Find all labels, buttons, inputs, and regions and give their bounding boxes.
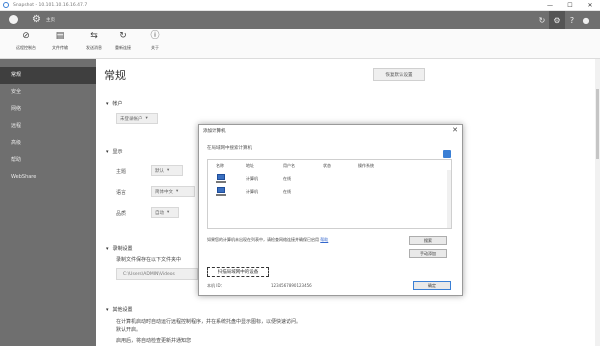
ok-button[interactable]: 确定 (413, 281, 451, 290)
scan-lan-toggle[interactable]: 扫描局域网中的设备 (207, 267, 269, 277)
window-titlebar: Snapshot - 10.101.10.16.16.47.7 — ☐ ✕ (0, 0, 600, 11)
settings-sidebar: 常规 安全 网络 远程 高级 帮助 WebShare (0, 59, 96, 346)
language-label: 语言 (116, 190, 127, 196)
window-title: Snapshot - 10.101.10.16.16.47.7 (13, 2, 88, 8)
account-dropdown[interactable]: 未登录帐户 ▾ (116, 113, 158, 124)
ribbon-about-button[interactable]: ⓘ 关于 (138, 32, 172, 58)
sidebar-item-network[interactable]: 网络 (0, 101, 96, 118)
refresh-list-icon[interactable] (443, 150, 451, 158)
theme-label: 主题 (116, 169, 127, 175)
refresh-icon[interactable]: ↻ (536, 14, 548, 26)
search-button[interactable]: 搜索 (409, 236, 447, 245)
close-button[interactable]: ✕ (580, 0, 600, 11)
page-title: 常规 (104, 69, 126, 82)
machine-id-label: 本机 ID： (207, 283, 225, 288)
column-header-user[interactable]: 用户名 (283, 163, 295, 169)
quality-label: 品质 (116, 211, 127, 217)
sidebar-item-advanced[interactable]: 高级 (0, 135, 96, 152)
user-icon[interactable]: ● (580, 14, 592, 26)
chevron-down-icon: ▾ (176, 189, 179, 194)
sidebar-item-remote[interactable]: 远程 (0, 118, 96, 135)
recording-description: 录制文件保存在以下文件夹中 (116, 257, 182, 263)
column-header-os[interactable]: 操作系统 (358, 163, 374, 169)
send-message-icon: ⇆ (90, 31, 98, 41)
minimize-button[interactable]: — (540, 0, 560, 11)
quality-dropdown[interactable]: 自动 ▾ (151, 207, 179, 218)
dialog-close-icon[interactable]: ✕ (452, 126, 458, 134)
sidebar-item-security[interactable]: 安全 (0, 84, 96, 101)
restore-defaults-button[interactable]: 恢复默认设置 (373, 68, 425, 81)
ribbon-file-transfer-button[interactable]: ▤ 文件传输 (43, 32, 77, 58)
manual-add-button[interactable]: 手动添加 (409, 249, 447, 258)
sidebar-item-general[interactable]: 常规 (0, 67, 96, 84)
dialog-note: 如果您的计算机未出现在列表中，请检查网络连接并确保已启用 帮助 (207, 237, 329, 242)
window-controls: — ☐ ✕ (540, 0, 600, 11)
reconnect-icon: ↻ (119, 31, 127, 41)
settings-gear-icon[interactable]: ⚙ (551, 14, 563, 26)
ribbon-reconnect-button[interactable]: ↻ 重新连接 (106, 32, 140, 58)
other-description-3: 启用后，将自动检查更新并通知您 (116, 338, 192, 344)
list-item[interactable]: 计算机 在线 (208, 186, 451, 198)
computer-icon (216, 187, 226, 196)
sidebar-item-help[interactable]: 帮助 (0, 152, 96, 169)
ribbon-disconnect-button[interactable]: ⊘ 远程控制台 (9, 32, 43, 58)
dialog-subtitle: 在局域网中搜索计算机 (207, 146, 252, 151)
section-other[interactable]: 其他设置 (106, 306, 133, 313)
computer-icon (216, 174, 226, 183)
chevron-down-icon: ▾ (167, 210, 170, 215)
list-scrollbar[interactable] (447, 170, 451, 228)
top-toolbar: ⚙ 主页 ↻ ⚙ ? ● (0, 11, 600, 29)
section-account[interactable]: 帐户 (106, 100, 123, 107)
language-dropdown[interactable]: 简体中文 ▾ (151, 186, 195, 197)
other-description-2: 默认开启。 (116, 327, 142, 333)
computer-list: 名称 地址 用户名 状态 操作系统 计算机 在线 计算机 在线 (207, 159, 452, 229)
section-display[interactable]: 显示 (106, 148, 123, 155)
add-computer-dialog: 添加计算机 ✕ 在局域网中搜索计算机 名称 地址 用户名 状态 操作系统 计算机… (198, 124, 463, 296)
sidebar-item-webshare[interactable]: WebShare (0, 169, 96, 186)
maximize-button[interactable]: ☐ (560, 0, 580, 11)
help-link[interactable]: 帮助 (320, 237, 328, 242)
disconnect-icon: ⊘ (22, 31, 30, 41)
list-item[interactable]: 计算机 在线 (208, 173, 451, 185)
chevron-down-icon: ▾ (145, 116, 148, 121)
ribbon-toolbar: ⊘ 远程控制台 ▤ 文件传输 ⇆ 发送消息 ↻ 重新连接 ⓘ 关于 (0, 29, 600, 59)
home-icon[interactable] (9, 15, 18, 24)
recording-path-field[interactable]: C:\Users\ADMIN\Videos (116, 268, 198, 280)
help-icon[interactable]: ? (566, 14, 578, 26)
section-recording[interactable]: 录制设置 (106, 245, 133, 252)
home-tab[interactable]: 主页 (46, 17, 55, 23)
column-header-status[interactable]: 状态 (323, 163, 331, 169)
theme-dropdown[interactable]: 默认 ▾ (151, 165, 183, 176)
dialog-title: 添加计算机 (203, 129, 226, 134)
other-description-1: 在计算机启动时自动运行远程控制程序，并在系统托盘中显示图标，以便快速访问。 (116, 319, 302, 325)
file-transfer-icon: ▤ (55, 31, 65, 41)
app-logo-icon (3, 2, 9, 8)
chevron-down-icon: ▾ (167, 168, 170, 173)
column-header-address[interactable]: 地址 (246, 163, 254, 169)
main-scrollbar[interactable] (595, 59, 600, 346)
info-icon: ⓘ (150, 31, 160, 41)
gear-icon[interactable]: ⚙ (32, 15, 41, 25)
scrollbar-thumb[interactable] (596, 89, 599, 159)
column-header-name[interactable]: 名称 (216, 163, 224, 169)
machine-id-value: 1234567890123456 (271, 283, 312, 288)
